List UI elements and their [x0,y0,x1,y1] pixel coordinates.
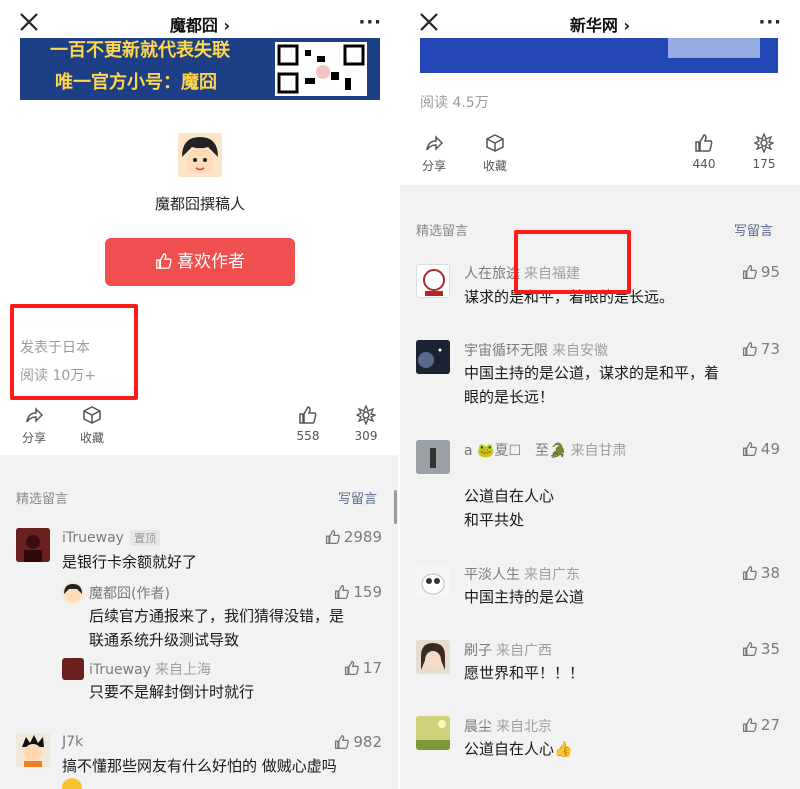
like-author-label: 喜欢作者 [177,252,245,272]
comment-text: 公道自在人心👍 [464,740,573,758]
wow-count: 175 [752,157,776,171]
comment-text: 愿世界和平！！！ [464,664,585,682]
write-comment-link[interactable]: 写留言 [338,488,377,507]
commenter-name: iTrueway 置顶 [62,530,160,546]
like-button[interactable]: 440 [684,133,724,171]
highlight-box [10,304,138,400]
reply-text: 后续官方通报来了，我们猜得没错，是 联通系统升级测试导致 [89,607,345,649]
thumb-up-icon [742,717,757,733]
commenter-name: 平淡人生 来自广东 [464,567,580,583]
author-avatar[interactable] [178,133,222,177]
thumb-up-icon [695,134,713,152]
thumb-up-icon [742,565,757,581]
thumb-up-icon [299,406,317,424]
author-name: 魔都囧撰稿人 [154,195,245,213]
comment-text: 公道自在人心 和平共处 [464,487,555,529]
collect-label: 收藏 [482,159,507,173]
comment-like-count[interactable]: 35 [742,640,780,658]
wow-icon [356,405,376,425]
left-screenshot: 魔都囧 › ··· 一百不更新就代表失联 唯一官方小号：魔囧 魔都囧撰稿人 喜欢… [0,0,400,789]
commenter-name: J7k [62,734,84,750]
commenter-avatar[interactable] [16,528,50,562]
like-count: 440 [692,157,716,171]
promo-banner: 一百不更新就代表失联 唯一官方小号：魔囧 [20,38,380,100]
share-button[interactable]: 分享 [414,133,454,174]
commenter-avatar[interactable] [416,264,450,298]
commenter-avatar[interactable] [416,716,450,750]
reply-author-name: 魔都囧(作者) [89,586,170,602]
thumb-up-icon [335,734,350,750]
thumb-up-icon [325,529,340,545]
reply-text: 只要不是解封倒计时就行 [89,683,255,701]
commenter-avatar[interactable] [416,640,450,674]
comment-like-count[interactable]: 2989 [325,528,382,546]
qr-code [275,42,367,96]
reply-like-count[interactable]: 159 [334,583,382,601]
banner-line1: 一百不更新就代表失联 [50,40,230,61]
featured-comments-title: 精选留言 [16,492,69,507]
comment-text: 是银行卡余额就好了 [62,553,198,571]
more-icon[interactable]: ··· [758,12,782,33]
commenter-avatar[interactable] [416,340,450,374]
share-icon [426,135,444,151]
comment-like-count[interactable]: 95 [742,263,780,281]
commenter-name: 刷子 来自广西 [464,643,552,659]
right-screenshot: 新华网 › ··· 阅读 4.5万 分享 收藏 440 175 精选留言 写留言… [400,0,800,789]
thumb-up-icon [156,253,172,269]
like-author-button[interactable]: 喜欢作者 [105,238,295,286]
commenter-name: 宇宙循环无限 来自安徽 [464,343,608,359]
like-count: 558 [296,429,320,443]
thumb-up-icon [335,584,350,600]
comment-text: 搞不懂那些网友有什么好怕的 做贼心虚吗 [62,757,337,775]
reply-author-name: iTrueway 来自上海 [89,662,211,678]
pinned-tag: 置顶 [129,530,160,546]
commenter-avatar[interactable] [416,564,450,598]
commenter-avatar[interactable] [16,733,50,767]
comment-text: 中国主持的是公道，谋求的是和平，着 眼的是长远！ [464,364,720,406]
account-title[interactable]: 新华网 › [400,12,800,36]
thumb-up-icon [742,264,757,280]
wow-button[interactable]: 309 [346,405,386,443]
comment-text: 中国主持的是公道 [464,588,585,606]
account-title[interactable]: 魔都囧 › [0,12,400,36]
banner-line2: 唯一官方小号：魔囧 [55,72,217,93]
comment-like-count[interactable]: 73 [742,340,780,358]
featured-comments-title: 精选留言 [416,224,469,239]
commenter-avatar[interactable] [416,440,450,474]
comment-like-count[interactable]: 982 [334,733,382,751]
share-icon [26,407,44,423]
more-icon[interactable]: ··· [358,12,382,33]
collect-icon [486,134,504,152]
highlight-box [514,230,631,294]
commenter-name: 晨尘 来自北京 [464,719,552,735]
thumb-up-icon [742,441,757,457]
reply-avatar[interactable] [62,658,84,680]
article-image [420,38,778,73]
collect-button[interactable]: 收藏 [72,405,112,446]
write-comment-link[interactable]: 写留言 [734,220,773,239]
collect-button[interactable]: 收藏 [475,133,515,174]
collect-label: 收藏 [79,431,104,445]
reply-like-count[interactable]: 17 [344,659,382,677]
like-button[interactable]: 558 [288,405,328,443]
thumb-up-icon [742,341,757,357]
read-count: 阅读 4.5万 [420,95,489,111]
thumb-up-icon [344,660,359,676]
wow-icon [754,133,774,153]
collect-icon [83,406,101,424]
reply-avatar[interactable] [62,582,84,604]
comment-like-count[interactable]: 27 [742,716,780,734]
comment-like-count[interactable]: 38 [742,564,780,582]
wow-button[interactable]: 175 [744,133,784,171]
scrollbar[interactable] [394,490,397,524]
share-button[interactable]: 分享 [14,405,54,446]
commenter-name: a 🐸夏☐ 至🐊 来自甘肃 [464,443,627,459]
wow-count: 309 [354,429,378,443]
qr-code [668,38,760,58]
comment-like-count[interactable]: 49 [742,440,780,458]
thumb-up-icon [742,641,757,657]
share-label: 分享 [421,159,446,173]
share-label: 分享 [21,431,46,445]
